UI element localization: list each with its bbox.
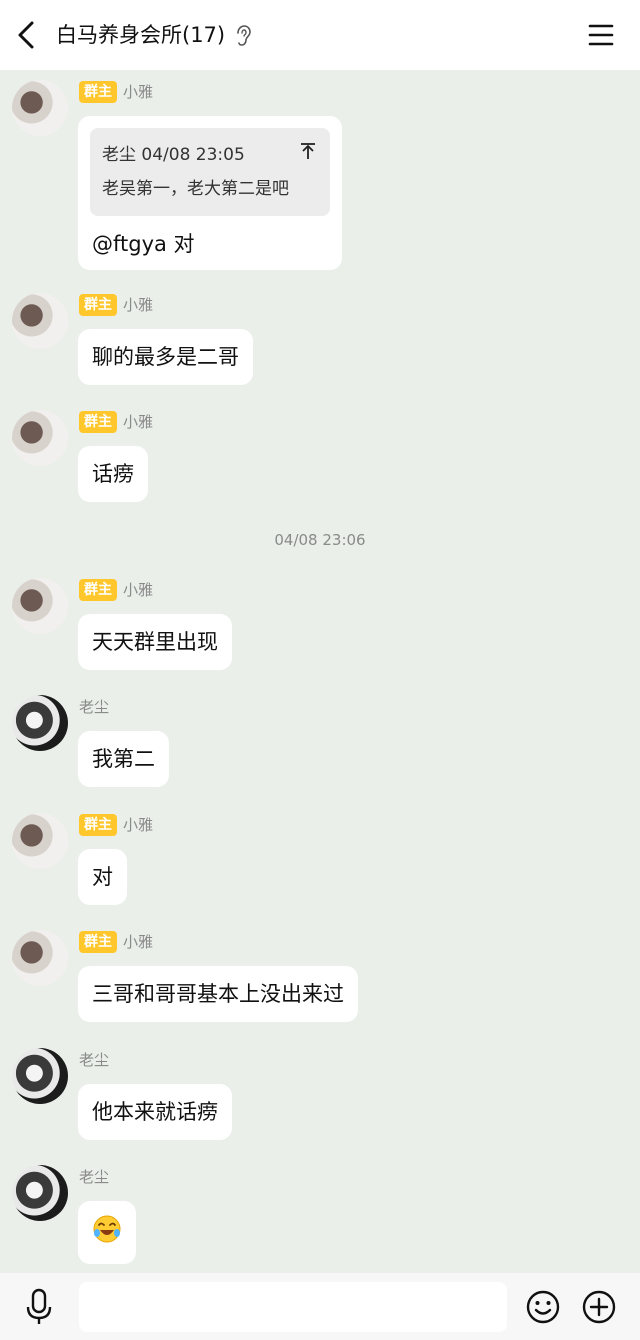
- sender-name: 小雅: [123, 933, 154, 951]
- owner-badge: 群主: [79, 579, 117, 601]
- chevron-left-icon: [18, 21, 34, 49]
- message-bubble[interactable]: 聊的最多是二哥: [78, 329, 253, 385]
- message-text: 他本来就话痨: [92, 1100, 218, 1124]
- quote-header: 老尘 04/08 23:05: [102, 145, 245, 165]
- smiley-icon: [526, 1290, 560, 1324]
- sender-name: 小雅: [123, 83, 154, 101]
- message-text: 对: [92, 865, 113, 889]
- message-text: 聊的最多是二哥: [92, 345, 239, 369]
- sender-name: 小雅: [123, 296, 154, 314]
- sender-meta: 老尘: [79, 1165, 109, 1189]
- owner-badge: 群主: [79, 294, 117, 316]
- sender-meta: 群主 小雅: [79, 813, 153, 837]
- avatar[interactable]: [12, 80, 68, 136]
- voice-button[interactable]: [22, 1287, 56, 1327]
- emoji-button[interactable]: [525, 1289, 561, 1325]
- sender-meta: 群主 小雅: [79, 930, 153, 954]
- sender-meta: 老尘: [79, 1048, 109, 1072]
- owner-badge: 群主: [79, 81, 117, 103]
- sender-name: 小雅: [123, 816, 154, 834]
- message-text: @ftgya 对: [92, 232, 195, 256]
- message-bubble[interactable]: [78, 1201, 136, 1264]
- message-list[interactable]: 群主 小雅 老尘 04/08 23:05 老吴第一，老大第二是吧 @ftgya …: [0, 70, 640, 1273]
- sender-meta: 老尘: [79, 695, 109, 719]
- sender-meta: 群主 小雅: [79, 410, 153, 434]
- avatar[interactable]: [12, 1048, 68, 1104]
- sender-meta: 群主 小雅: [79, 578, 153, 602]
- sender-name: 老尘: [79, 1168, 110, 1186]
- back-button[interactable]: [10, 17, 46, 53]
- avatar[interactable]: [12, 410, 68, 466]
- hamburger-menu-icon: [588, 24, 614, 46]
- message-input[interactable]: [79, 1282, 507, 1332]
- message-text: 天天群里出现: [92, 630, 218, 654]
- message-bubble[interactable]: 我第二: [78, 731, 169, 787]
- menu-button[interactable]: [584, 18, 618, 52]
- message-bubble[interactable]: 对: [78, 849, 127, 905]
- avatar[interactable]: [12, 813, 68, 869]
- message-bubble[interactable]: 话痨: [78, 446, 148, 502]
- sender-name: 小雅: [123, 581, 154, 599]
- ear-icon[interactable]: [234, 24, 252, 48]
- quote-text: 老吴第一，老大第二是吧: [102, 179, 289, 199]
- message-bubble[interactable]: 天天群里出现: [78, 614, 232, 670]
- avatar[interactable]: [12, 930, 68, 986]
- owner-badge: 群主: [79, 931, 117, 953]
- message-text: 我第二: [92, 747, 155, 771]
- avatar[interactable]: [12, 695, 68, 751]
- chat-header: 白马养身会所(17): [0, 0, 640, 70]
- owner-badge: 群主: [79, 411, 117, 433]
- owner-badge: 群主: [79, 814, 117, 836]
- jump-to-quote-icon[interactable]: [300, 142, 316, 160]
- avatar[interactable]: [12, 293, 68, 349]
- sender-name: 老尘: [79, 1051, 110, 1069]
- chat-title[interactable]: 白马养身会所(17): [56, 21, 225, 49]
- sender-meta: 群主 小雅: [79, 80, 153, 104]
- message-bubble[interactable]: 他本来就话痨: [78, 1084, 232, 1140]
- timestamp-separator: 04/08 23:06: [274, 531, 366, 549]
- microphone-icon: [26, 1288, 52, 1324]
- message-text: 话痨: [92, 462, 134, 486]
- laughing-crying-emoji-icon: [93, 1215, 121, 1243]
- more-button[interactable]: [581, 1289, 617, 1325]
- sender-meta: 群主 小雅: [79, 293, 153, 317]
- input-bar: [0, 1273, 640, 1340]
- avatar[interactable]: [12, 1165, 68, 1221]
- plus-circle-icon: [582, 1290, 616, 1324]
- sender-name: 老尘: [79, 698, 110, 716]
- message-text: 三哥和哥哥基本上没出来过: [92, 982, 344, 1006]
- sender-name: 小雅: [123, 413, 154, 431]
- avatar[interactable]: [12, 578, 68, 634]
- message-bubble[interactable]: 三哥和哥哥基本上没出来过: [78, 966, 358, 1022]
- quoted-message[interactable]: 老尘 04/08 23:05 老吴第一，老大第二是吧: [90, 128, 330, 216]
- message-bubble[interactable]: 老尘 04/08 23:05 老吴第一，老大第二是吧 @ftgya 对: [78, 116, 342, 270]
